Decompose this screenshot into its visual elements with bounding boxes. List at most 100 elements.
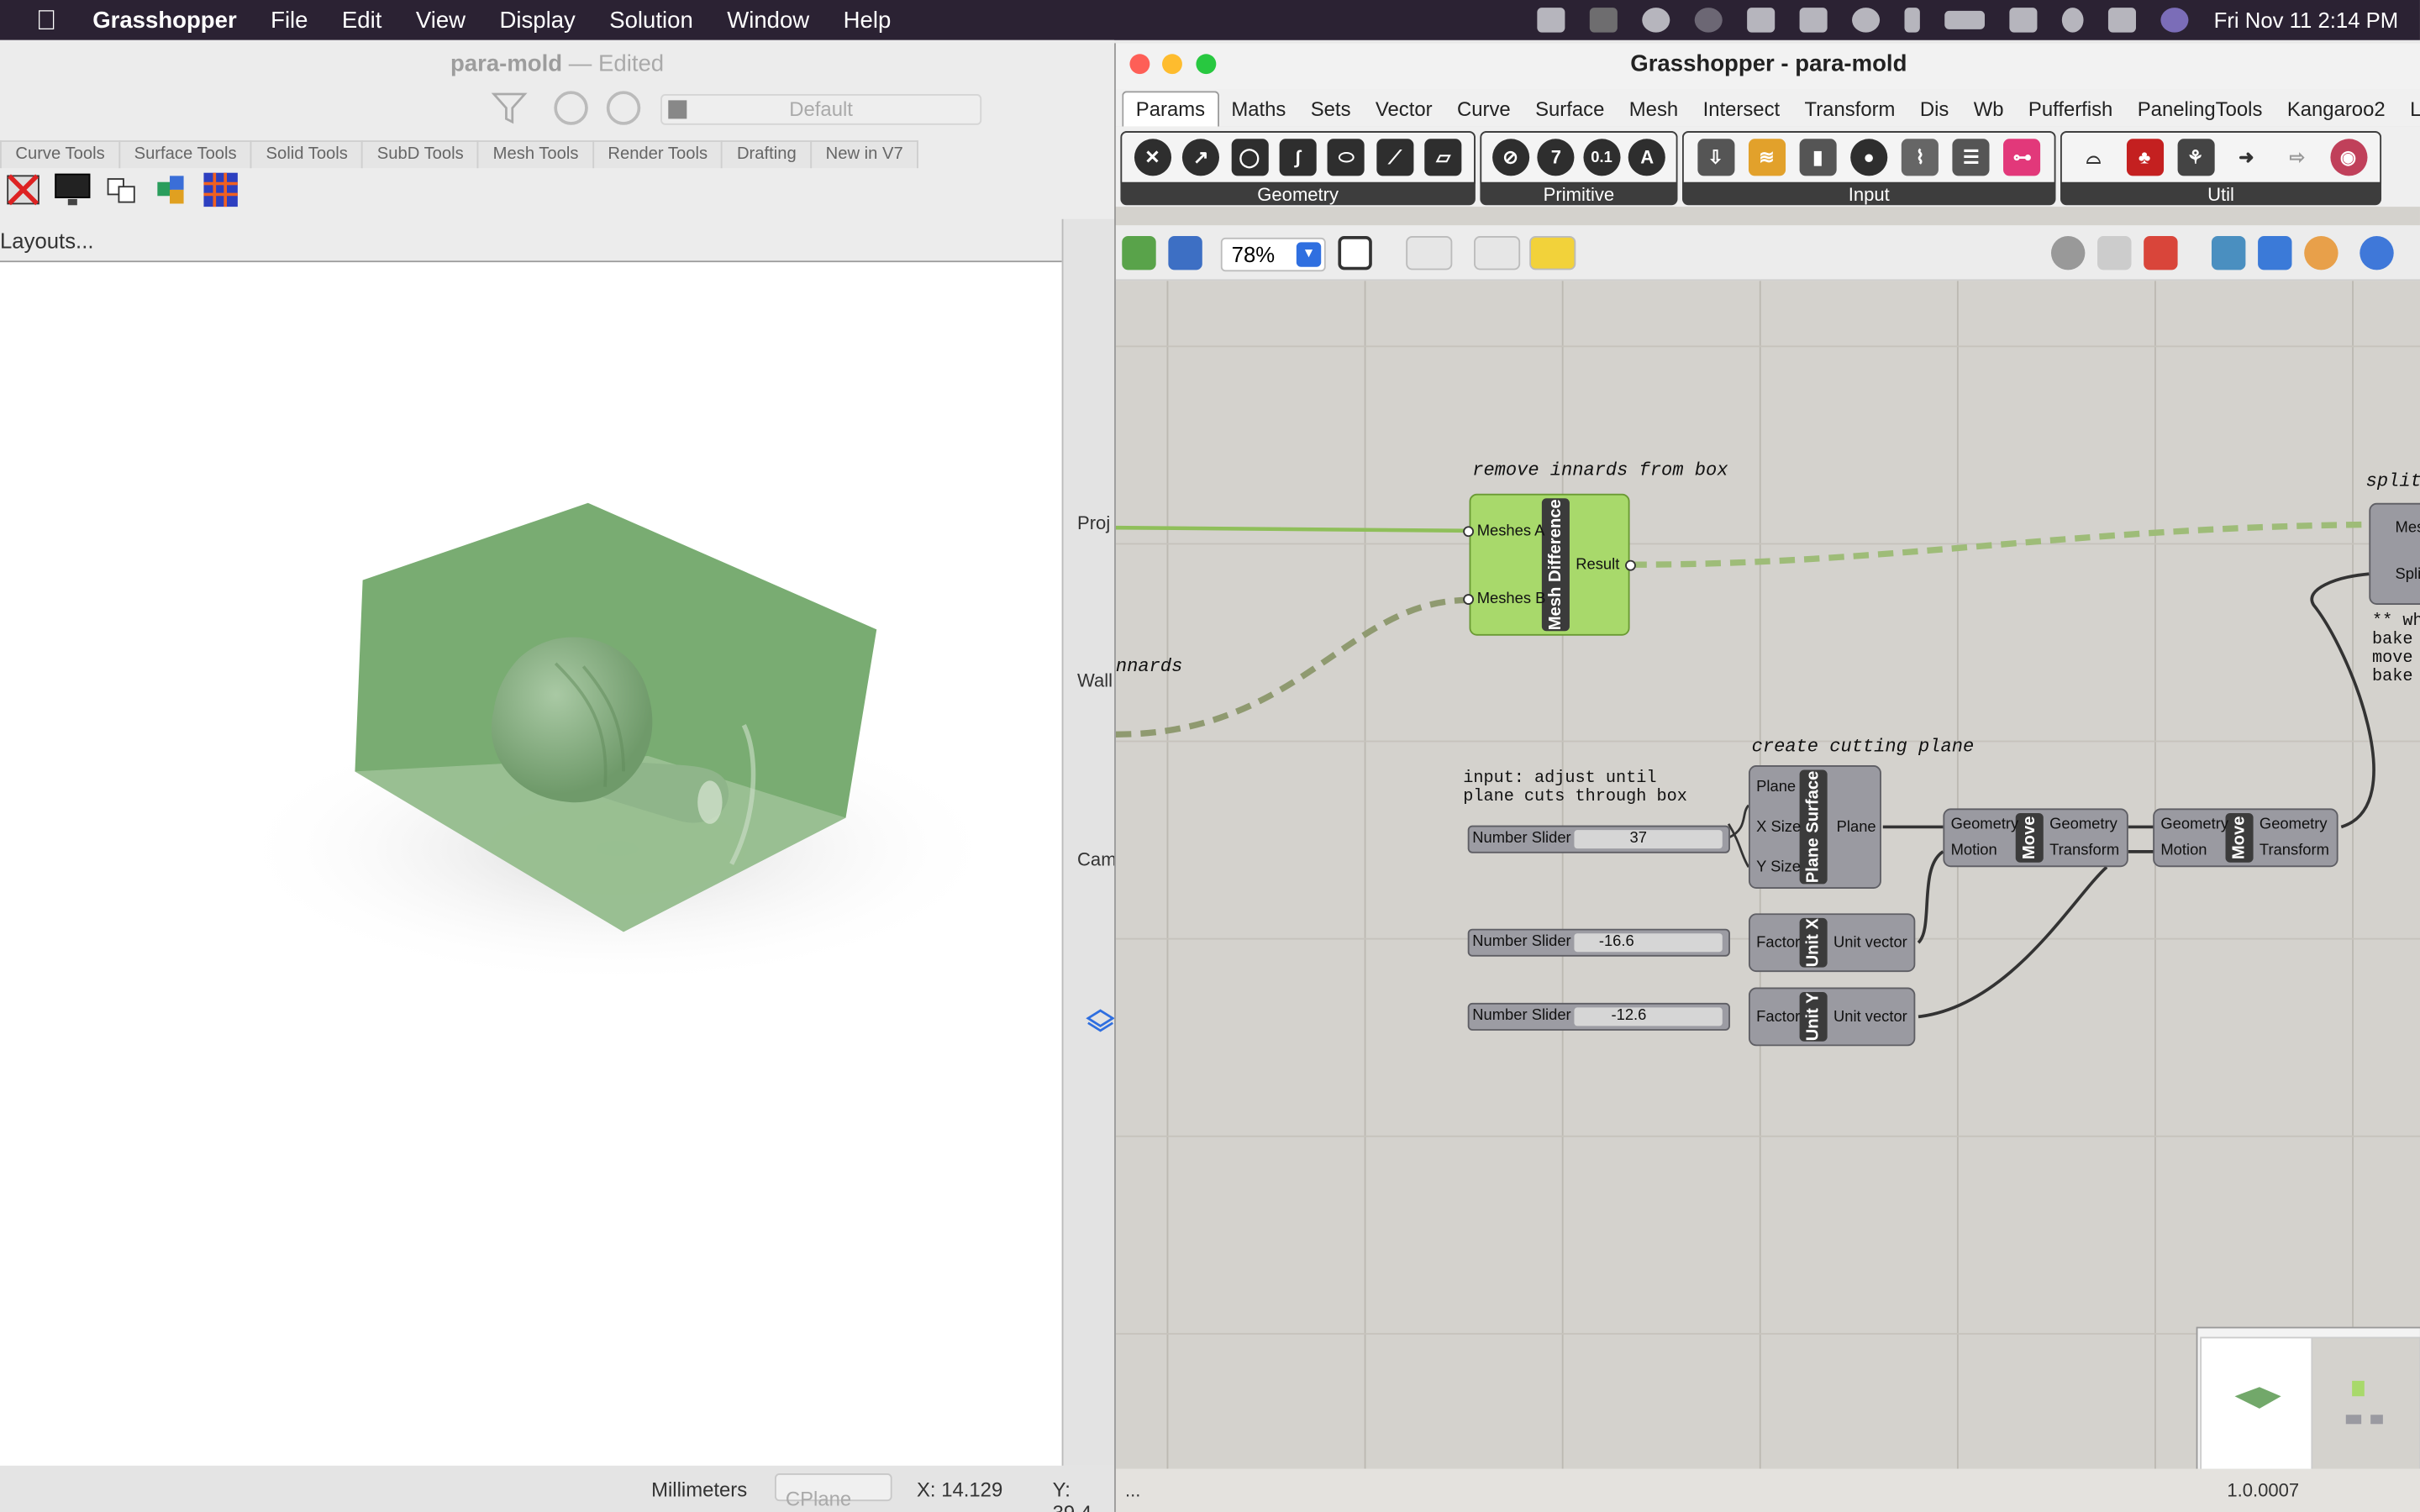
bolt-icon[interactable] <box>1747 8 1776 33</box>
tab-maths[interactable]: Maths <box>1219 92 1298 126</box>
plane-surface-component[interactable]: Plane Surface Plane X Size Y Size Plane <box>1748 765 1881 889</box>
tab-drafting[interactable]: Drafting <box>721 140 813 169</box>
tab-lunchbox[interactable]: LunchBox <box>2397 92 2420 126</box>
menubar-clock[interactable]: Fri Nov 11 2:14 PM <box>2214 8 2399 32</box>
record-icon[interactable] <box>1590 8 1618 33</box>
group-title-remove-innards[interactable]: remove innards from box <box>1472 459 1728 481</box>
boxes-icon[interactable] <box>102 170 142 210</box>
render-objects-icon[interactable] <box>151 170 192 210</box>
arrow-right-icon[interactable]: ➜ <box>2228 139 2265 176</box>
preview-shaded-icon[interactable] <box>2144 236 2178 270</box>
split-component[interactable]: Mes Splitter <box>2369 502 2420 605</box>
tab-sets[interactable]: Sets <box>1298 92 1363 126</box>
ribbon-group-input-label[interactable]: Input <box>1682 184 2055 206</box>
input-meshes-b[interactable]: Meshes B <box>1477 591 1546 607</box>
tab-curve[interactable]: Curve <box>1444 92 1523 126</box>
menu-help[interactable]: Help <box>844 7 892 33</box>
zoom-selector[interactable]: 78% ▾ <box>1220 237 1326 272</box>
input-note-panel[interactable]: input: adjust until plane cuts through b… <box>1463 770 1687 807</box>
move-1-input-motion[interactable]: Motion <box>1951 843 1997 859</box>
target-icon[interactable] <box>606 91 641 125</box>
tab-surface[interactable]: Surface <box>1523 92 1617 126</box>
battery-icon[interactable] <box>1945 10 1986 29</box>
tab-mesh-tools[interactable]: Mesh Tools <box>477 140 594 169</box>
wire-grip[interactable] <box>1463 526 1475 538</box>
move-1-input-geometry[interactable]: Geometry <box>1951 816 2019 833</box>
zoom-window-button[interactable] <box>1196 54 1217 75</box>
tab-dis[interactable]: Dis <box>1907 92 1961 126</box>
menu-edit[interactable]: Edit <box>342 7 381 33</box>
minimize-window-button[interactable] <box>1162 54 1182 75</box>
circle-param-icon[interactable]: ◯ <box>1230 139 1268 176</box>
context-icon[interactable]: ◉ <box>2329 139 2367 176</box>
layers-icon[interactable] <box>1085 1006 1116 1037</box>
sync-icon[interactable] <box>1643 8 1671 33</box>
number-slider-x[interactable]: Number Slider -16.6 <box>1467 928 1730 957</box>
ribbon-group-util-label[interactable]: Util <box>2060 184 2381 206</box>
mesh-param-icon[interactable]: ▱ <box>1424 139 1462 176</box>
number-slider-y[interactable]: Number Slider -12.6 <box>1467 1002 1730 1031</box>
wifi-icon[interactable] <box>2010 8 2039 33</box>
vector-param-icon[interactable]: ↗ <box>1182 139 1220 176</box>
display-selected-icon[interactable] <box>2258 236 2292 270</box>
layouts-panel[interactable]: Layouts... <box>0 222 1062 263</box>
slider-value[interactable]: -12.6 <box>1612 1007 1647 1026</box>
glasses-icon[interactable]: ⌓ <box>2075 139 2112 176</box>
unit-x-output-vector[interactable]: Unit vector <box>1833 935 1907 952</box>
unit-y-output-vector[interactable]: Unit vector <box>1833 1009 1907 1026</box>
graph-mapper-icon[interactable]: ⌇ <box>1902 139 1939 176</box>
move-component-2[interactable]: Move Geometry Motion Geometry Transform <box>2153 808 2338 868</box>
menu-app[interactable]: Grasshopper <box>92 7 237 33</box>
display-mode-icon[interactable] <box>2211 236 2246 270</box>
tab-solid-tools[interactable]: Solid Tools <box>250 140 364 169</box>
cplane-selector[interactable]: CPlane <box>775 1473 892 1510</box>
tab-wb[interactable]: Wb <box>1961 92 2016 126</box>
button-icon[interactable]: ● <box>1850 139 1888 176</box>
open-file-icon[interactable] <box>1122 236 1156 270</box>
import-icon[interactable]: ⇩ <box>1697 139 1734 176</box>
number-param-icon[interactable]: 0.1 <box>1582 139 1621 176</box>
unit-x-input-factor[interactable]: Factor <box>1756 935 1800 952</box>
filter-icon[interactable] <box>491 90 528 127</box>
slider-value[interactable]: -16.6 <box>1599 933 1634 952</box>
tab-surface-tools[interactable]: Surface Tools <box>118 140 253 169</box>
menu-window[interactable]: Window <box>727 7 809 33</box>
render-sphere-icon[interactable] <box>2360 236 2394 270</box>
bake-note-panel[interactable]: ** wh bake move bake <box>2372 612 2420 686</box>
input-y-size[interactable]: Y Size <box>1756 859 1801 876</box>
close-window-button[interactable] <box>1129 54 1150 75</box>
move-1-output-geometry[interactable]: Geometry <box>2049 816 2118 833</box>
tree-icon[interactable]: ⚘ <box>2176 139 2214 176</box>
canvas-minimap[interactable] <box>2196 1326 2420 1484</box>
move-2-output-transform[interactable]: Transform <box>2260 843 2329 859</box>
slider-track[interactable]: -16.6 <box>1574 933 1723 953</box>
gradient-icon[interactable]: ≋ <box>1748 139 1786 176</box>
boolean-param-icon[interactable]: ⊘ <box>1491 139 1529 176</box>
rhino-viewport[interactable] <box>0 262 1062 1466</box>
tab-params[interactable]: Params <box>1122 91 1219 127</box>
tab-vector[interactable]: Vector <box>1363 92 1444 126</box>
layouts-label[interactable]: Layouts... <box>0 228 93 253</box>
split-input-splitter[interactable]: Splitter <box>2396 566 2420 583</box>
spinner-icon[interactable] <box>1695 8 1723 33</box>
preview-none-icon[interactable] <box>2050 236 2086 270</box>
group-title-cutting-plane[interactable]: create cutting plane <box>1752 736 1975 758</box>
sketch-icon[interactable] <box>1474 236 1521 270</box>
status-app-icon[interactable] <box>1538 8 1566 33</box>
layer-selector[interactable]: Default <box>660 94 982 125</box>
unit-y-component[interactable]: Unit Y Factor Unit vector <box>1748 987 1916 1047</box>
pen-icon[interactable] <box>1800 8 1828 33</box>
units-label[interactable]: Millimeters <box>651 1478 747 1502</box>
ribbon-group-primitive-label[interactable]: Primitive <box>1480 184 1677 206</box>
cherry-icon[interactable]: ♣ <box>2126 139 2164 176</box>
tab-new-in-v7[interactable]: New in V7 <box>810 140 919 169</box>
tab-mesh[interactable]: Mesh <box>1617 92 1691 126</box>
group-title-split[interactable]: split <box>2366 470 2420 492</box>
slider-icon[interactable]: ⊶ <box>2003 139 2041 176</box>
curve-param-icon[interactable]: ∫ <box>1279 139 1317 176</box>
number-slider-size[interactable]: Number Slider 37 <box>1467 825 1730 853</box>
apple-icon[interactable]:  <box>0 4 92 37</box>
slider-track[interactable]: -12.6 <box>1574 1007 1723 1026</box>
input-plane[interactable]: Plane <box>1756 780 1796 796</box>
input-meshes-a[interactable]: Meshes A <box>1477 523 1545 540</box>
